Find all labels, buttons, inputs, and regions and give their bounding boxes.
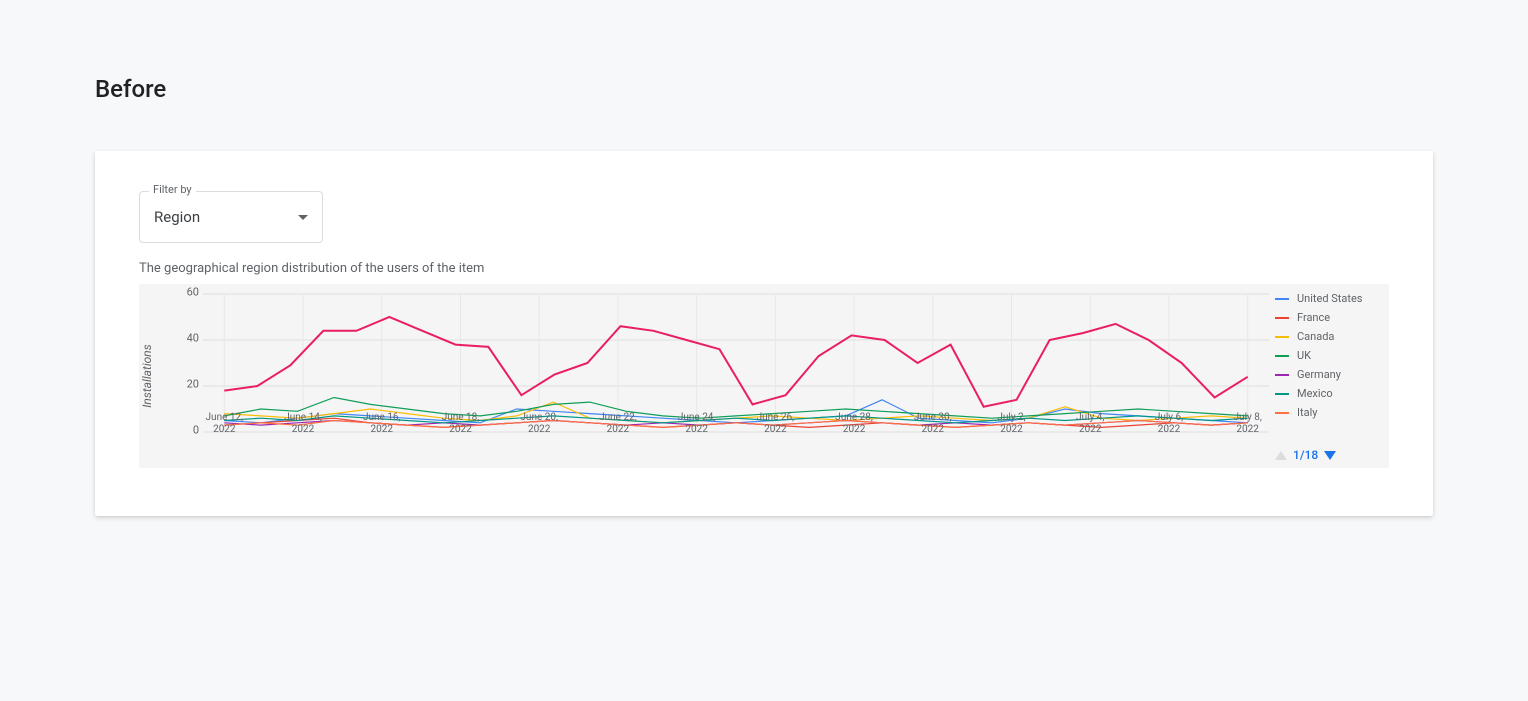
chevron-down-icon [298, 215, 308, 220]
x-tick: June 30,2022 [914, 412, 952, 436]
filter-value: Region [154, 208, 200, 226]
filter-label: Filter by [149, 183, 196, 196]
chart-card: Filter by Region The geographical region… [95, 151, 1433, 516]
legend-swatch [1275, 374, 1289, 376]
y-tick: 20 [187, 378, 199, 391]
chart-description: The geographical region distribution of … [139, 261, 1389, 276]
x-tick: July 4,2022 [1076, 412, 1104, 436]
legend-label: France [1297, 311, 1330, 324]
legend-label: Italy [1297, 406, 1317, 419]
chart-plot: June 12,2022 June 14,2022 June 16,2022 June… [203, 292, 1269, 440]
filter-select[interactable]: Region [139, 191, 323, 243]
legend-item[interactable]: Mexico [1275, 387, 1389, 400]
legend-swatch [1275, 412, 1289, 414]
legend-swatch [1275, 336, 1289, 338]
x-tick: June 16,2022 [363, 412, 401, 436]
y-tick: 60 [187, 286, 199, 299]
x-tick: June 28,2022 [835, 412, 873, 436]
x-tick: July 8,2022 [1234, 412, 1262, 436]
legend-label: Canada [1297, 330, 1334, 343]
pager-text: 1/18 [1293, 448, 1318, 462]
x-tick: June 14,2022 [284, 412, 322, 436]
x-axis-ticks: June 12,2022 June 14,2022 June 16,2022 June… [203, 412, 1269, 438]
legend-swatch [1275, 317, 1289, 319]
legend-item[interactable]: UK [1275, 349, 1389, 362]
legend-pager: 1/18 [1275, 448, 1336, 462]
x-tick: June 18,2022 [442, 412, 480, 436]
legend-item[interactable]: Canada [1275, 330, 1389, 343]
legend-item[interactable]: France [1275, 311, 1389, 324]
legend-item[interactable]: Germany [1275, 368, 1389, 381]
legend-label: United States [1297, 292, 1362, 305]
legend-item[interactable]: Italy [1275, 406, 1389, 419]
y-axis-label: Installations [140, 344, 154, 407]
y-axis-ticks: 0 20 40 60 [177, 284, 203, 468]
chart-area: Installations 0204060 June 12,2022June 1… [139, 284, 1389, 468]
x-tick: June 26,2022 [757, 412, 795, 436]
filter-by-field: Filter by Region [139, 191, 323, 243]
legend-swatch [1275, 393, 1289, 395]
x-tick: July 2,2022 [997, 412, 1025, 436]
legend-swatch [1275, 298, 1289, 300]
x-tick: June 20,2022 [520, 412, 558, 436]
x-tick: June 12,2022 [206, 412, 244, 436]
page-title: Before [95, 75, 1433, 103]
legend: United States France Canada UK Germany Mexico… [1269, 284, 1389, 468]
legend-swatch [1275, 355, 1289, 357]
legend-label: UK [1297, 349, 1311, 362]
pager-next-icon[interactable] [1324, 451, 1336, 460]
legend-label: Germany [1297, 368, 1341, 381]
x-tick: July 6,2022 [1155, 412, 1183, 436]
x-tick: June 24,2022 [678, 412, 716, 436]
pager-prev-icon[interactable] [1275, 451, 1287, 460]
legend-label: Mexico [1297, 387, 1333, 400]
y-tick: 40 [187, 332, 199, 345]
x-tick: June 22,2022 [599, 412, 637, 436]
y-tick: 0 [193, 424, 199, 437]
legend-item[interactable]: United States [1275, 292, 1389, 305]
